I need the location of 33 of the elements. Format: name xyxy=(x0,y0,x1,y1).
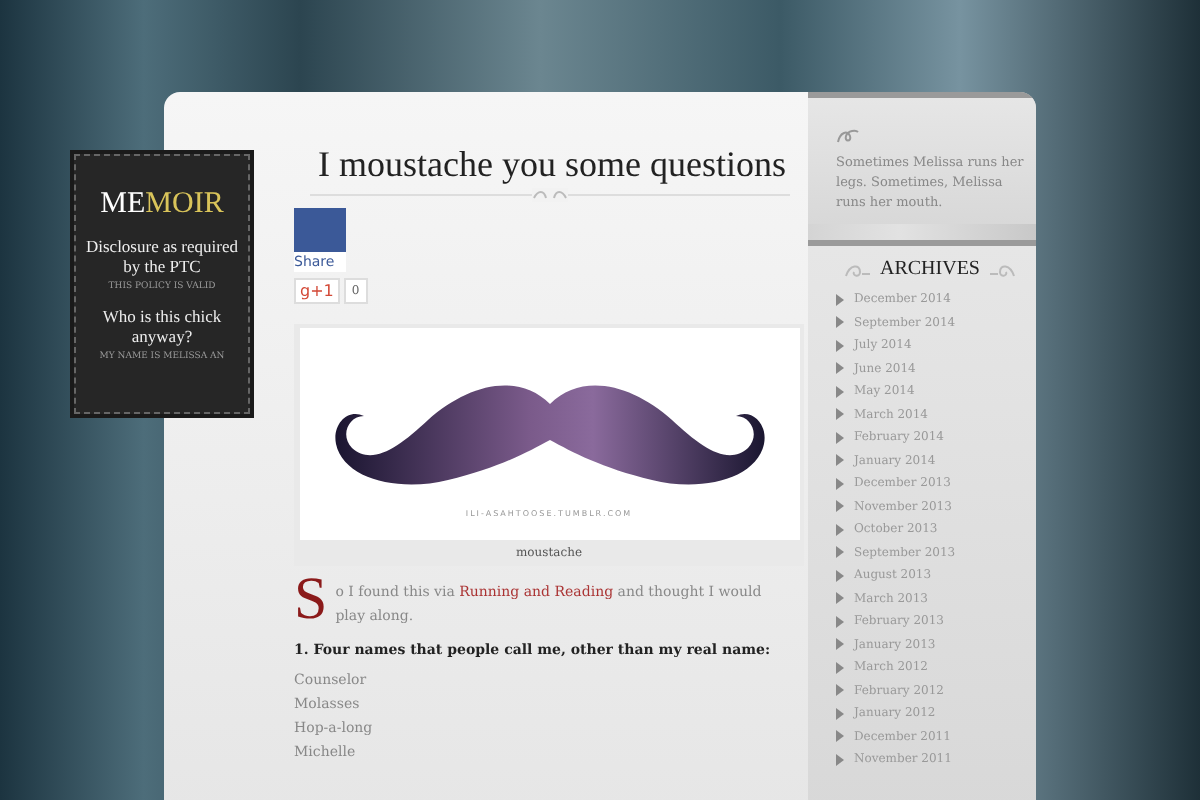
bullet-icon xyxy=(836,477,844,490)
bullet-icon xyxy=(836,316,844,329)
post-title: I moustache you some questions xyxy=(318,144,786,186)
share-icon[interactable] xyxy=(294,208,346,252)
bullet-icon xyxy=(836,592,844,605)
ornament-icon xyxy=(844,261,872,277)
site-logo[interactable]: MEMOIR xyxy=(100,188,224,222)
bullet-icon xyxy=(836,523,844,536)
ornament-icon xyxy=(987,261,1016,277)
bullet-icon xyxy=(836,661,844,674)
archives-heading: ARCHIVES xyxy=(879,258,980,280)
bullet-icon xyxy=(836,569,844,582)
drop-cap: S xyxy=(294,574,328,628)
bullet-icon xyxy=(836,753,844,766)
badge-link[interactable]: Disclosure as required by the PTC xyxy=(76,236,248,276)
bullet-icon xyxy=(836,339,844,352)
bullet-icon xyxy=(836,684,844,697)
bullet-icon xyxy=(836,707,844,720)
bullet-icon xyxy=(836,431,844,444)
ornament-icon xyxy=(836,128,860,144)
badge-link[interactable]: Who is this chick anyway? xyxy=(76,306,248,346)
bullet-icon xyxy=(836,500,844,513)
bullet-icon xyxy=(836,385,844,398)
bullet-icon xyxy=(836,638,844,651)
gplus-button[interactable]: g+1 xyxy=(294,278,340,304)
bullet-icon xyxy=(836,362,844,375)
bullet-icon xyxy=(836,730,844,743)
bullet-icon xyxy=(836,615,844,628)
bullet-icon xyxy=(836,546,844,559)
bullet-icon xyxy=(836,454,844,467)
bullet-icon xyxy=(836,408,844,421)
bullet-icon xyxy=(836,293,844,306)
ornament-icon xyxy=(532,188,568,202)
